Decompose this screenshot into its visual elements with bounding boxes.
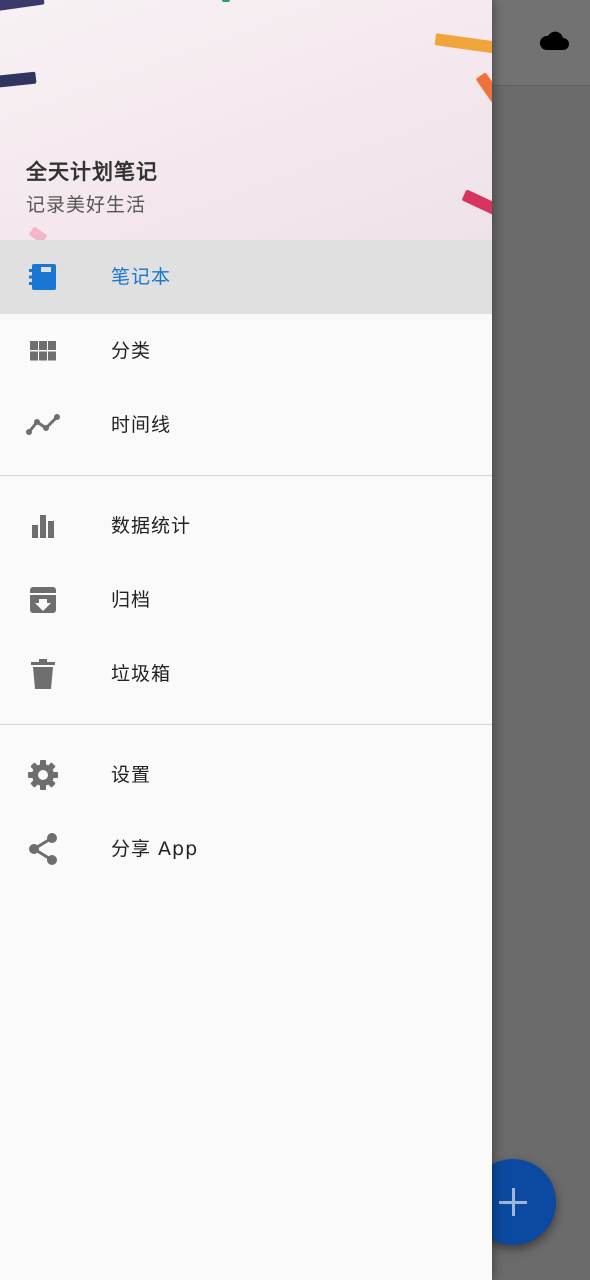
navigation-drawer: 全天计划笔记 记录美好生活 笔记本 分类 时间线 数据统计 归档 垃圾箱 设置 … [0, 0, 492, 1280]
archive-icon [26, 584, 60, 616]
menu-label-category: 分类 [111, 340, 152, 362]
menu-item-timeline[interactable]: 时间线 [0, 388, 492, 462]
gear-icon [26, 759, 60, 791]
pencil-decoration [28, 226, 48, 240]
plus-icon [499, 1188, 527, 1216]
menu-item-category[interactable]: 分类 [0, 314, 492, 388]
menu-item-share[interactable]: 分享 App [0, 812, 492, 886]
menu-item-trash[interactable]: 垃圾箱 [0, 637, 492, 711]
pencil-decoration [0, 0, 45, 12]
drawer-header: 全天计划笔记 记录美好生活 [0, 0, 492, 240]
pencil-decoration [222, 0, 230, 2]
menu-label-share: 分享 App [111, 838, 199, 860]
notebook-icon [26, 261, 60, 293]
app-title: 全天计划笔记 [26, 160, 158, 184]
menu-item-statistics[interactable]: 数据统计 [0, 489, 492, 563]
app-subtitle: 记录美好生活 [26, 194, 147, 216]
pencil-decoration [434, 33, 492, 55]
menu-label-archive: 归档 [111, 589, 152, 611]
timeline-icon [26, 409, 60, 441]
cloud-icon[interactable] [538, 30, 570, 54]
menu-group-main: 笔记本 分类 时间线 [0, 240, 492, 462]
menu-group-other: 设置 分享 App [0, 738, 492, 886]
pencil-decoration [0, 71, 37, 89]
menu-group-data: 数据统计 归档 垃圾箱 [0, 489, 492, 711]
menu-item-archive[interactable]: 归档 [0, 563, 492, 637]
pencil-decoration [461, 189, 492, 219]
bar-chart-icon [26, 510, 60, 542]
menu-item-notebook[interactable]: 笔记本 [0, 240, 492, 314]
menu-label-notebook: 笔记本 [111, 266, 172, 288]
menu-item-settings[interactable]: 设置 [0, 738, 492, 812]
menu-label-trash: 垃圾箱 [111, 663, 172, 685]
grid-icon [26, 335, 60, 367]
menu-label-statistics: 数据统计 [111, 515, 192, 537]
pencil-decoration [475, 72, 492, 112]
share-icon [26, 833, 60, 865]
menu-label-settings: 设置 [111, 764, 152, 786]
menu-label-timeline: 时间线 [111, 414, 172, 436]
trash-icon [26, 658, 60, 690]
